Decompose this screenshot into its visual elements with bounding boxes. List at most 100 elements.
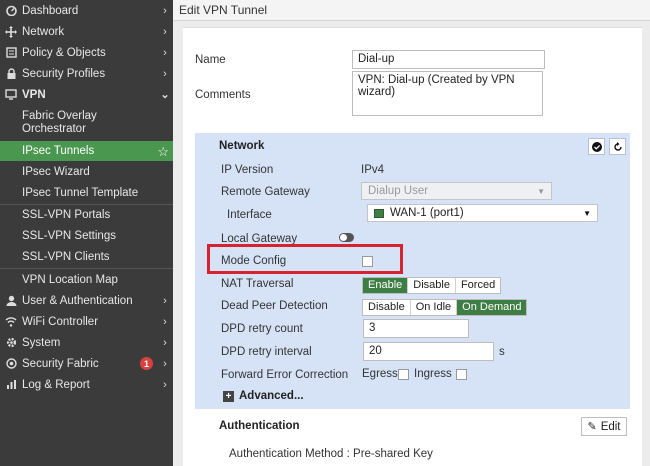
dpd-on-idle-option[interactable]: On Idle: [411, 300, 458, 315]
sub-label: IPsec Tunnels: [22, 145, 95, 157]
advanced-link[interactable]: Advanced...: [239, 390, 304, 402]
interface-value: WAN-1 (port1): [390, 207, 464, 219]
nav-label: Network: [22, 25, 65, 38]
sidebar-item-ipsec-tunnel-template[interactable]: IPsec Tunnel Template: [0, 183, 173, 203]
nav-system[interactable]: System ›: [0, 332, 173, 353]
nav-label: System: [22, 336, 61, 349]
remote-gateway-select[interactable]: Dialup User ▼: [361, 182, 552, 200]
reset-icon[interactable]: [609, 138, 626, 155]
comments-textarea[interactable]: VPN: Dial-up (Created by VPN wizard): [352, 71, 543, 116]
dpd-disable-option[interactable]: Disable: [363, 300, 411, 315]
highlight-annotation: [207, 244, 403, 274]
fec-ingress-checkbox[interactable]: [456, 369, 467, 380]
page-title: Edit VPN Tunnel: [179, 3, 268, 17]
ip-version-value: IPv4: [361, 164, 385, 176]
dpd-on-demand-option[interactable]: On Demand: [457, 300, 527, 315]
monitor-icon: [5, 89, 17, 101]
chevron-down-icon: ⌄: [160, 89, 170, 101]
fabric-icon: [5, 358, 17, 370]
chevron-right-icon: ›: [163, 4, 167, 17]
sidebar-item-orchestrator[interactable]: Orchestrator: [0, 122, 173, 136]
chevron-right-icon: ›: [163, 315, 167, 328]
nav-security-fabric[interactable]: Security Fabric 1 ›: [0, 353, 173, 374]
remote-gateway-value: Dialup User: [368, 185, 429, 197]
chevron-right-icon: ›: [163, 357, 167, 370]
page-header: Edit VPN Tunnel: [173, 0, 650, 21]
nat-forced-option[interactable]: Forced: [456, 278, 500, 293]
star-icon[interactable]: ☆: [157, 144, 169, 160]
nav-label: Security Profiles: [22, 67, 106, 80]
dpd-retry-interval-label: DPD retry interval: [221, 346, 312, 358]
sidebar-item-fabric-overlay[interactable]: Fabric Overlay: [0, 109, 173, 123]
nav-user-authentication[interactable]: User & Authentication ›: [0, 290, 173, 311]
caret-down-icon: ▼: [537, 186, 545, 196]
sub-label: VPN Location Map: [22, 273, 118, 286]
fec-ingress-label: Ingress: [414, 368, 452, 380]
nav-vpn[interactable]: VPN ⌄: [0, 84, 173, 105]
nav-wifi-controller[interactable]: WiFi Controller ›: [0, 311, 173, 332]
chevron-right-icon: ›: [163, 46, 167, 59]
sub-label: IPsec Tunnel Template: [22, 187, 139, 199]
interface-select[interactable]: WAN-1 (port1) ▼: [367, 204, 598, 222]
local-gateway-toggle[interactable]: [339, 233, 354, 242]
sidebar-item-ssl-vpn-clients[interactable]: SSL-VPN Clients: [0, 247, 173, 267]
nav-label: Dashboard: [22, 4, 79, 17]
notification-badge: 1: [140, 357, 153, 370]
nat-traversal-toggle: Enable Disable Forced: [362, 277, 502, 294]
pencil-icon: ✎: [587, 421, 597, 433]
caret-down-icon: ▼: [583, 208, 591, 218]
sidebar-item-ssl-vpn-settings[interactable]: SSL-VPN Settings: [0, 226, 173, 246]
nav-label: VPN: [22, 88, 46, 101]
chevron-right-icon: ›: [163, 336, 167, 349]
nav-policy-objects[interactable]: Policy & Objects ›: [0, 42, 173, 63]
checkmark-icon[interactable]: [588, 138, 605, 155]
sub-label: Fabric Overlay: [22, 110, 97, 122]
sub-label: Orchestrator: [22, 123, 86, 135]
edit-vpn-form: Name Dial-up Comments VPN: Dial-up (Crea…: [183, 27, 642, 466]
sidebar-item-ssl-vpn-portals[interactable]: SSL-VPN Portals: [0, 205, 173, 225]
nav-label: User & Authentication: [22, 294, 133, 307]
nav-label: Policy & Objects: [22, 46, 106, 59]
fec-egress-label: Egress: [362, 368, 398, 380]
sub-label: SSL-VPN Portals: [22, 209, 111, 221]
chevron-right-icon: ›: [163, 378, 167, 391]
network-title: Network: [219, 140, 265, 152]
fec-label: Forward Error Correction: [221, 369, 349, 381]
nav-security-profiles[interactable]: Security Profiles ›: [0, 63, 173, 84]
sub-label: SSL-VPN Settings: [22, 230, 116, 242]
nav-dashboard[interactable]: Dashboard ›: [0, 0, 173, 21]
dpd-retry-count-input[interactable]: 3: [363, 319, 469, 338]
remote-gateway-label: Remote Gateway: [221, 186, 310, 198]
name-input[interactable]: Dial-up: [352, 50, 545, 69]
chart-icon: [5, 379, 17, 391]
chevron-right-icon: ›: [163, 67, 167, 80]
network-icon: [5, 25, 17, 38]
nav-log-report[interactable]: Log & Report ›: [0, 374, 173, 395]
port-icon: [374, 208, 384, 218]
nav-label: Security Fabric: [22, 357, 99, 370]
wifi-icon: [5, 316, 17, 328]
sidebar-item-ipsec-wizard[interactable]: IPsec Wizard: [0, 162, 173, 182]
nat-disable-option[interactable]: Disable: [408, 278, 456, 293]
edit-label: Edit: [600, 420, 621, 433]
seconds-unit: s: [499, 346, 505, 358]
plus-icon[interactable]: +: [223, 391, 234, 402]
sidebar-item-ipsec-tunnels[interactable]: IPsec Tunnels ☆: [0, 141, 173, 161]
fec-egress-checkbox[interactable]: [398, 369, 409, 380]
interface-label: Interface: [227, 209, 272, 221]
dpd-label: Dead Peer Detection: [221, 300, 328, 312]
authentication-title: Authentication: [219, 420, 300, 432]
sub-label: IPsec Wizard: [22, 166, 90, 178]
gear-icon: [5, 337, 17, 349]
dpd-retry-interval-input[interactable]: 20: [363, 342, 494, 361]
sidebar-item-vpn-location-map[interactable]: VPN Location Map: [0, 269, 173, 290]
nat-enable-option[interactable]: Enable: [363, 278, 409, 293]
user-icon: [5, 295, 17, 307]
nav-network[interactable]: Network ›: [0, 21, 173, 42]
edit-button[interactable]: ✎ Edit: [581, 417, 627, 436]
lock-icon: [5, 67, 17, 80]
sub-label: SSL-VPN Clients: [22, 251, 110, 263]
sidebar: Dashboard › Network › Policy & Objects ›…: [0, 0, 173, 466]
auth-method-text: Authentication Method : Pre-shared Key: [229, 448, 433, 460]
nat-traversal-label: NAT Traversal: [221, 278, 294, 290]
